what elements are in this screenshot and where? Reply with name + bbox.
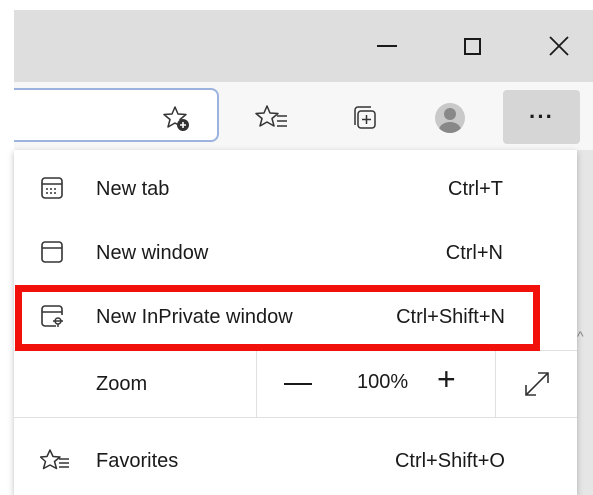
maximize-button[interactable] xyxy=(432,10,512,82)
zoom-label: Zoom xyxy=(96,373,148,395)
menu-item-favorites[interactable]: Favorites Ctrl+Shift+O xyxy=(14,428,577,492)
browser-toolbar: ··· xyxy=(14,82,593,152)
new-tab-icon xyxy=(41,177,63,199)
title-bar xyxy=(14,10,593,82)
zoom-row: Zoom 100% + xyxy=(14,351,577,417)
favorites-button[interactable] xyxy=(254,100,290,136)
menu-divider xyxy=(14,417,577,418)
close-button[interactable] xyxy=(519,10,593,82)
minimize-button[interactable] xyxy=(347,10,427,82)
close-icon xyxy=(549,36,569,56)
menu-item-label: New tab xyxy=(96,178,170,200)
profile-avatar xyxy=(435,103,465,133)
menu-item-label: Favorites xyxy=(96,450,179,472)
maximize-icon xyxy=(463,37,481,55)
menu-item-shortcut: Ctrl+Shift+O xyxy=(394,450,505,472)
collections-button[interactable] xyxy=(346,100,382,136)
scroll-up-icon[interactable]: ^ xyxy=(577,328,584,344)
address-bar[interactable] xyxy=(14,88,219,142)
favorites-icon xyxy=(255,105,287,127)
menu-item-label: New window xyxy=(96,242,209,264)
profile-button[interactable] xyxy=(432,100,468,136)
settings-and-more-button[interactable]: ··· xyxy=(503,90,580,144)
menu-item-new-window[interactable]: New window Ctrl+N xyxy=(14,220,577,284)
highlight-annotation xyxy=(15,285,540,351)
favorites-icon xyxy=(40,449,69,470)
menu-scrollbar-track xyxy=(577,150,593,495)
zoom-value: 100% xyxy=(357,371,409,393)
menu-item-shortcut: Ctrl+N xyxy=(445,242,503,264)
zoom-divider xyxy=(495,351,496,417)
zoom-divider xyxy=(256,351,257,417)
menu-item-new-tab[interactable]: New tab Ctrl+T xyxy=(14,156,577,220)
zoom-in-button[interactable]: + xyxy=(437,363,456,395)
zoom-out-button[interactable] xyxy=(284,383,312,385)
more-icon: ··· xyxy=(529,104,554,129)
add-favorite-icon[interactable] xyxy=(162,104,192,134)
full-screen-icon[interactable] xyxy=(522,369,552,399)
menu-item-shortcut: Ctrl+T xyxy=(448,178,503,200)
minimize-icon xyxy=(377,45,397,47)
new-window-icon xyxy=(41,241,63,263)
collections-icon xyxy=(354,106,376,129)
